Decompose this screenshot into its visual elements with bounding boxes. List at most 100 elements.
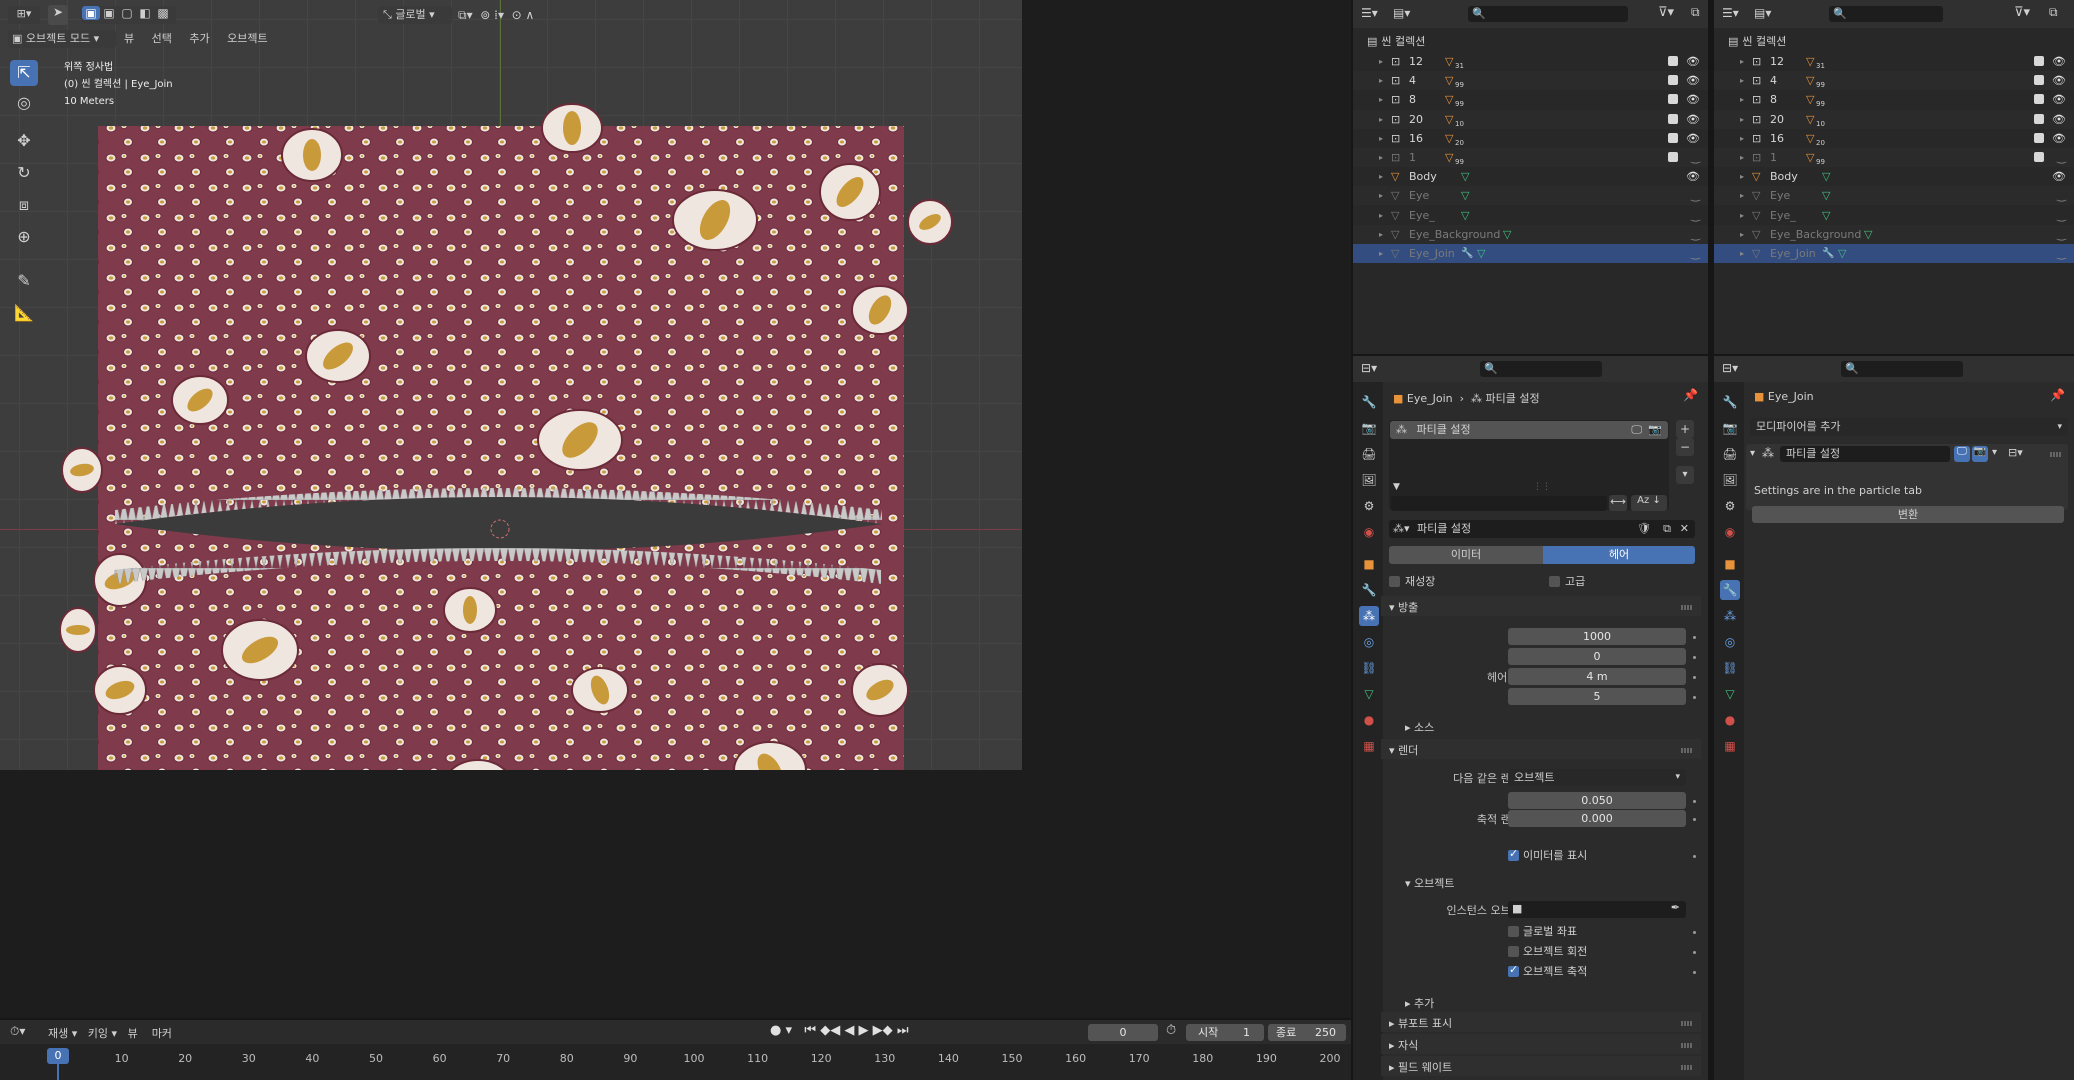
tool-tab-icon[interactable]: 🔧 bbox=[1720, 392, 1740, 412]
area-separator[interactable] bbox=[1708, 0, 1714, 1080]
add-slot-button[interactable]: + bbox=[1676, 420, 1694, 438]
expand-toggle[interactable]: ▸ bbox=[1379, 206, 1383, 225]
keyframe-dot[interactable] bbox=[1693, 818, 1696, 821]
eye-icon[interactable]: 👁 bbox=[1686, 129, 1700, 148]
keyframe-dot[interactable] bbox=[1693, 696, 1696, 699]
object-rotation-checkbox[interactable] bbox=[1508, 946, 1519, 957]
object-scale-checkbox[interactable] bbox=[1508, 963, 1519, 977]
fake-user-icon[interactable]: 🛡 bbox=[1637, 520, 1651, 538]
visibility-checkbox[interactable] bbox=[1668, 152, 1678, 162]
eye-closed-icon[interactable]: ‿ bbox=[1691, 244, 1700, 263]
annotate-tool-icon[interactable]: ✎ bbox=[10, 268, 38, 294]
modifier-collapse-toggle[interactable]: ▾ bbox=[1750, 448, 1755, 459]
texture-tab-icon[interactable]: ▦ bbox=[1720, 736, 1740, 756]
selection-mode-group[interactable]: ▣ ▣ ▢ ◧ ▩ bbox=[82, 6, 176, 24]
transform-orientation-dropdown[interactable]: ⤡ 글로벌 ▾ bbox=[378, 6, 452, 24]
expand-toggle[interactable]: ▸ bbox=[1379, 225, 1383, 244]
cursor-tool-icon[interactable]: ◎ bbox=[10, 90, 38, 116]
visibility-checkbox[interactable] bbox=[1668, 75, 1678, 86]
object-tab-icon[interactable]: ■ bbox=[1359, 554, 1379, 574]
instance-object-field[interactable]: ■ ✒ bbox=[1508, 901, 1686, 918]
viewport[interactable]: ⊞▾ ➤ ▣ ▣ ▢ ◧ ▩ ⤡ 글로벌 ▾ ⧉▾ ⊚ ⁞▾ ⊙ ∧ ▣ 오브젝트 모드… bbox=[0, 0, 1022, 770]
eye-icon[interactable]: 👁 bbox=[1686, 90, 1700, 109]
eye-icon[interactable]: 👁 bbox=[2052, 52, 2066, 71]
panel-drag-handle[interactable] bbox=[1681, 605, 1693, 610]
visibility-checkbox[interactable] bbox=[2034, 56, 2044, 66]
keyframe-dot[interactable] bbox=[1693, 971, 1696, 974]
play-icon[interactable]: ▶ bbox=[859, 1023, 869, 1038]
outliner-row[interactable]: ▸ ▽ Eye_ ▽ ‿ bbox=[1353, 206, 1708, 225]
visibility-checkbox[interactable] bbox=[2034, 152, 2044, 162]
expand-toggle[interactable]: ▸ bbox=[1740, 148, 1744, 167]
outliner-row[interactable]: ▸ ⊡ 16 ▽ 20 👁 bbox=[1353, 129, 1708, 148]
physics-tab-icon[interactable]: ◎ bbox=[1359, 632, 1379, 652]
snap-type-icon[interactable]: ⁞▾ bbox=[494, 8, 504, 22]
tab-hair[interactable]: 헤어 bbox=[1543, 546, 1695, 564]
keyframe-dot[interactable] bbox=[1693, 931, 1696, 934]
prev-keyframe-icon[interactable]: ◆◀ bbox=[820, 1023, 840, 1038]
play-reverse-icon[interactable]: ◀ bbox=[844, 1023, 854, 1038]
eye-icon[interactable]: 👁 bbox=[1686, 167, 1700, 186]
expand-toggle[interactable]: ▸ bbox=[1740, 110, 1744, 129]
select-subtract-icon[interactable]: ▢ bbox=[118, 6, 136, 20]
display-mode[interactable]: ▤▾ bbox=[1393, 6, 1410, 20]
tab-emitter[interactable]: 이미터 bbox=[1389, 546, 1543, 564]
visibility-checkbox[interactable] bbox=[2034, 113, 2044, 124]
tweak-tool-icon[interactable]: ⇱ bbox=[10, 60, 38, 86]
outliner-scene-collection[interactable]: ▤ 씬 컬렉션 bbox=[1353, 32, 1708, 51]
segments-field[interactable]: 5 bbox=[1508, 688, 1686, 705]
eye-closed-icon[interactable]: ‿ bbox=[2057, 206, 2066, 225]
outliner-search[interactable]: 🔍 bbox=[1468, 6, 1628, 22]
playhead[interactable]: 0 bbox=[47, 1048, 69, 1064]
eye-closed-icon[interactable]: ‿ bbox=[1691, 186, 1700, 205]
properties-editor-type[interactable]: ⊟▾ bbox=[1361, 361, 1377, 375]
panel-drag-handle[interactable] bbox=[1681, 748, 1693, 753]
falloff-icon[interactable]: ∧ bbox=[526, 8, 535, 22]
material-tab-icon[interactable]: ● bbox=[1359, 710, 1379, 730]
number-field[interactable]: 1000 bbox=[1508, 628, 1686, 645]
expand-toggle[interactable]: ▸ bbox=[1379, 90, 1383, 109]
data-tab-icon[interactable]: ▽ bbox=[1359, 684, 1379, 704]
preview-range-icon[interactable]: ⏱ bbox=[1166, 1023, 1176, 1038]
unlink-icon[interactable]: ✕ bbox=[1680, 520, 1689, 538]
expand-toggle[interactable]: ▸ bbox=[1379, 129, 1383, 148]
outliner-row[interactable]: ▸ ⊡ 1 ▽ 99 ‿ bbox=[1353, 148, 1708, 167]
outliner-row[interactable]: ▸ ▽ Eye_Join ▽ 🔧 ‿ bbox=[1714, 244, 2074, 263]
eye-icon[interactable]: 👁 bbox=[2052, 129, 2066, 148]
scene-tab-icon[interactable]: ⚙ bbox=[1720, 496, 1740, 516]
modifier-drag-handle[interactable] bbox=[2050, 452, 2062, 457]
outliner-scene-collection[interactable]: ▤ 씬 컬렉션 bbox=[1714, 32, 2074, 51]
menu-view[interactable]: 뷰 bbox=[124, 32, 134, 45]
eye-icon[interactable]: 👁 bbox=[2052, 71, 2066, 90]
particle-slot-item[interactable]: ⁂ 파티클 설정 🖵 📷 bbox=[1390, 421, 1668, 439]
outliner-row[interactable]: ▸ ▽ Eye ▽ ‿ bbox=[1714, 186, 2074, 206]
eye-closed-icon[interactable]: ‿ bbox=[1691, 148, 1700, 167]
remove-slot-button[interactable]: − bbox=[1676, 438, 1694, 456]
expand-toggle[interactable]: ▸ bbox=[1740, 167, 1744, 186]
constraints-tab-icon[interactable]: ⛓ bbox=[1720, 658, 1740, 678]
scene-tab-icon[interactable]: ⚙ bbox=[1359, 496, 1379, 516]
expand-toggle[interactable]: ▸ bbox=[1379, 52, 1383, 71]
new-collection-icon[interactable]: ⧉ bbox=[2049, 5, 2058, 20]
expand-toggle[interactable]: ▸ bbox=[1740, 225, 1744, 244]
select-invert-icon[interactable]: ◧ bbox=[136, 6, 154, 20]
new-collection-icon[interactable]: ⧉ bbox=[1691, 5, 1700, 20]
menu-add[interactable]: 추가 bbox=[189, 32, 209, 45]
eye-icon[interactable]: 👁 bbox=[2052, 110, 2066, 129]
eye-closed-icon[interactable]: ‿ bbox=[2057, 244, 2066, 263]
outliner-row[interactable]: ▸ ▽ Body ▽ 👁 bbox=[1714, 167, 2074, 186]
eye-icon[interactable]: 👁 bbox=[2052, 90, 2066, 109]
render-as-dropdown[interactable]: 오브젝트 ▾ bbox=[1508, 769, 1686, 786]
emission-panel-header[interactable] bbox=[1381, 596, 1701, 616]
visibility-checkbox[interactable] bbox=[2034, 75, 2044, 86]
eye-closed-icon[interactable]: ‿ bbox=[1691, 206, 1700, 225]
start-frame-field[interactable]: 시작 1 bbox=[1186, 1024, 1264, 1041]
slot-specials-button[interactable]: ▾ bbox=[1676, 466, 1694, 484]
properties-search[interactable]: 🔍 bbox=[1841, 361, 1963, 377]
visibility-checkbox[interactable] bbox=[1668, 132, 1678, 143]
scale-random-field[interactable]: 0.000 bbox=[1508, 810, 1686, 827]
particles-tab-icon[interactable]: ⁂ bbox=[1720, 606, 1740, 626]
next-keyframe-icon[interactable]: ▶◆ bbox=[873, 1023, 893, 1038]
object-subpanel[interactable]: ▾ 오브젝트 bbox=[1405, 875, 1455, 891]
visibility-checkbox[interactable] bbox=[2034, 94, 2044, 105]
